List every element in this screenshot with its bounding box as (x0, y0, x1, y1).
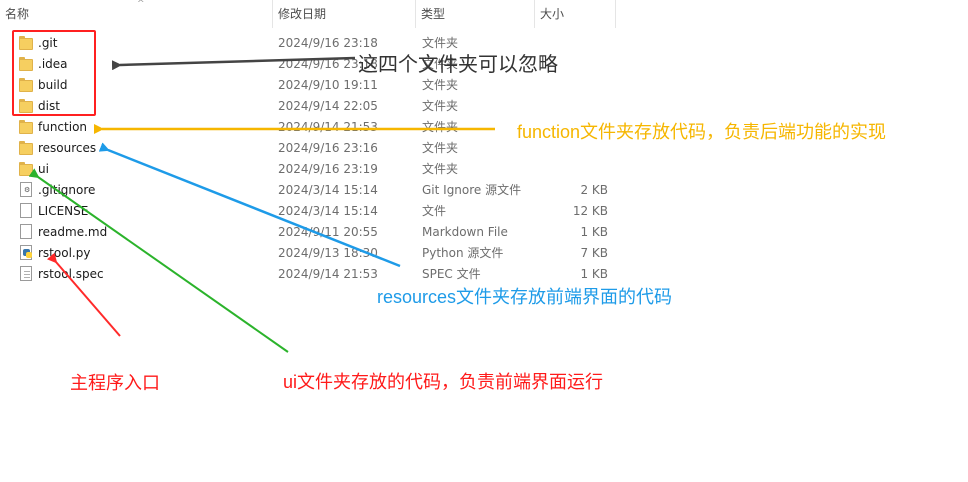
arrow-ignore (111, 56, 356, 71)
annotation-function: function文件夹存放代码，负责后端功能的实现 (517, 122, 887, 142)
arrow-resources (98, 142, 401, 268)
annotation-ignore: 这四个文件夹可以忽略 (358, 54, 558, 76)
annotation-ui: ui文件夹存放的代码，负责前端界面运行 (283, 372, 604, 392)
arrow-ui (28, 168, 289, 353)
annotation-resources: resources文件夹存放前端界面的代码 (377, 287, 673, 307)
arrow-main (46, 252, 121, 337)
annotation-main-entry: 主程序入口 (70, 373, 160, 393)
